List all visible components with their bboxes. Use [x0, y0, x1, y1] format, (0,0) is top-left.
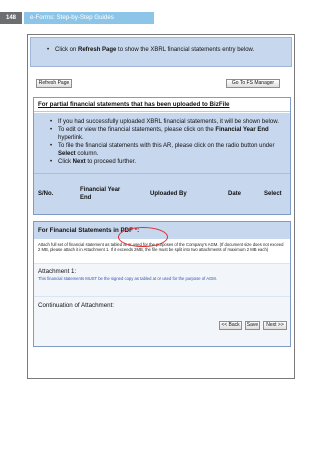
list-item: • To file the financial statements with …: [44, 142, 282, 158]
attachment-1-row[interactable]: Attachment 1: This financial statements …: [34, 263, 290, 296]
column-header-uploaded-by: Uploaded By: [150, 191, 187, 197]
instruction-text-end: to show the XBRL financial statements en…: [116, 47, 255, 53]
next-button[interactable]: Next >>: [263, 321, 287, 330]
list-item: • If you had successfully uploaded XBRL …: [44, 118, 282, 126]
list-item: • Click Next to proceed further.: [44, 158, 282, 166]
form-screenshot: • Click on Refresh Page to show the XBRL…: [27, 34, 295, 379]
bullet-icon: •: [49, 143, 53, 149]
instruction-box: • Click on Refresh Page to show the XBRL…: [30, 37, 292, 67]
save-button[interactable]: Save: [245, 321, 260, 330]
partial-fs-title: For partial financial statements that ha…: [34, 98, 290, 112]
list-item: • To edit or view the financial statemen…: [44, 126, 282, 142]
attachment-1-label: Attachment 1:: [38, 268, 77, 275]
bullet-icon: •: [49, 127, 53, 133]
instruction-text: Click on: [55, 47, 79, 53]
page-number: 148: [0, 12, 22, 24]
column-header-sno: S/No.: [38, 191, 54, 197]
bullet-icon: •: [46, 47, 50, 53]
back-button[interactable]: << Back: [219, 321, 242, 330]
bullet-icon: •: [49, 159, 53, 165]
instruction-item: • Click on Refresh Page to show the XBRL…: [41, 46, 286, 54]
section-title: e-Forms: Step-by-Step Guides: [24, 12, 154, 24]
table-header-row: S/No. Financial Year End Uploaded By Dat…: [34, 173, 290, 214]
highlight-circle: [118, 227, 168, 247]
partial-fs-section: For partial financial statements that ha…: [33, 97, 291, 215]
column-header-date: Date: [228, 191, 242, 197]
bullet-icon: •: [49, 119, 53, 125]
partial-fs-instructions: • If you had successfully uploaded XBRL …: [34, 113, 290, 173]
refresh-page-button[interactable]: Refresh Page: [36, 79, 72, 88]
column-header-select: Select: [264, 191, 282, 197]
instruction-bold: Refresh Page: [78, 47, 117, 53]
go-to-fs-manager-button[interactable]: Go To FS Manager: [226, 79, 280, 88]
attachment-1-note: This financial statements MUST be the si…: [38, 276, 217, 281]
page-header: 148 e-Forms: Step-by-Step Guides: [0, 12, 320, 24]
column-header-fye: Financial Year End: [80, 187, 121, 201]
